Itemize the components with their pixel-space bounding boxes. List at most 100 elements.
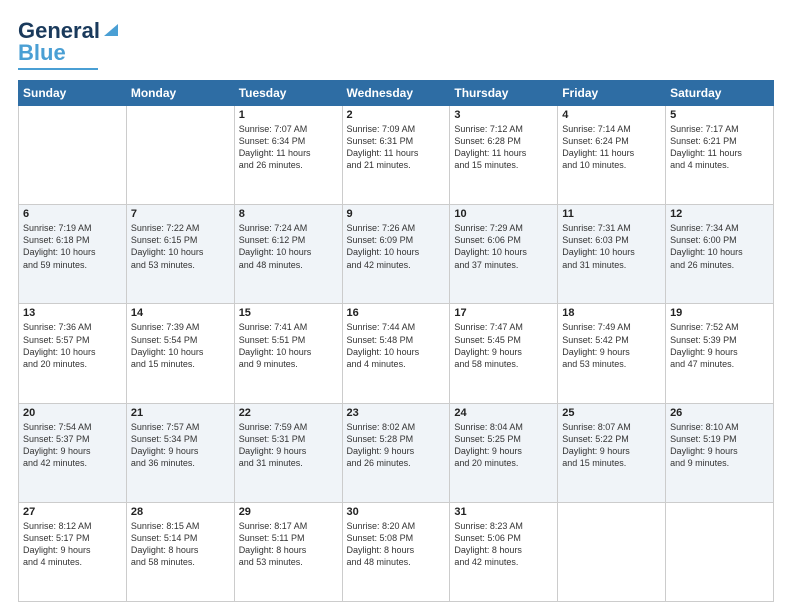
day-number: 21 <box>131 407 230 419</box>
weekday-header-row: SundayMondayTuesdayWednesdayThursdayFrid… <box>19 81 774 106</box>
day-number: 29 <box>239 506 338 518</box>
day-info: Sunrise: 7:47 AM Sunset: 5:45 PM Dayligh… <box>454 321 553 370</box>
calendar-table: SundayMondayTuesdayWednesdayThursdayFrid… <box>18 80 774 602</box>
weekday-header-monday: Monday <box>126 81 234 106</box>
day-cell-1: 1 Sunrise: 7:07 AM Sunset: 6:34 PM Daylig… <box>234 106 342 205</box>
day-info: Sunrise: 7:54 AM Sunset: 5:37 PM Dayligh… <box>23 421 122 470</box>
day-info: Sunrise: 8:07 AM Sunset: 5:22 PM Dayligh… <box>562 421 661 470</box>
day-number: 30 <box>347 506 446 518</box>
day-info: Sunrise: 8:17 AM Sunset: 5:11 PM Dayligh… <box>239 520 338 569</box>
day-cell-21: 21 Sunrise: 7:57 AM Sunset: 5:34 PM Dayli… <box>126 403 234 502</box>
day-cell-2: 2Sunrise: 7:09 AM Sunset: 6:31 PM Daylig… <box>342 106 450 205</box>
day-cell-5: 5 Sunrise: 7:17 AM Sunset: 6:21 PM Daylig… <box>666 106 774 205</box>
day-cell-22: 22 Sunrise: 7:59 AM Sunset: 5:31 PM Dayli… <box>234 403 342 502</box>
day-cell-17: 17 Sunrise: 7:47 AM Sunset: 5:45 PM Dayli… <box>450 304 558 403</box>
day-number: 17 <box>454 307 553 319</box>
week-row-1: 6Sunrise: 7:19 AM Sunset: 6:18 PM Daylig… <box>19 205 774 304</box>
day-number: 28 <box>131 506 230 518</box>
day-number: 14 <box>131 307 230 319</box>
day-info: Sunrise: 7:17 AM Sunset: 6:21 PM Dayligh… <box>670 123 769 172</box>
day-info: Sunrise: 8:23 AM Sunset: 5:06 PM Dayligh… <box>454 520 553 569</box>
day-cell-20: 20 Sunrise: 7:54 AM Sunset: 5:37 PM Dayli… <box>19 403 127 502</box>
day-info: Sunrise: 7:31 AM Sunset: 6:03 PM Dayligh… <box>562 222 661 271</box>
day-number: 15 <box>239 307 338 319</box>
day-info: Sunrise: 7:07 AM Sunset: 6:34 PM Dayligh… <box>239 123 338 172</box>
weekday-header-saturday: Saturday <box>666 81 774 106</box>
day-number: 26 <box>670 407 769 419</box>
week-row-2: 13 Sunrise: 7:36 AM Sunset: 5:57 PM Dayli… <box>19 304 774 403</box>
day-number: 16 <box>347 307 446 319</box>
day-number: 5 <box>670 109 769 121</box>
day-info: Sunrise: 7:59 AM Sunset: 5:31 PM Dayligh… <box>239 421 338 470</box>
day-number: 27 <box>23 506 122 518</box>
day-cell-6: 6Sunrise: 7:19 AM Sunset: 6:18 PM Daylig… <box>19 205 127 304</box>
day-info: Sunrise: 7:14 AM Sunset: 6:24 PM Dayligh… <box>562 123 661 172</box>
day-cell-29: 29 Sunrise: 8:17 AM Sunset: 5:11 PM Dayli… <box>234 502 342 601</box>
logo: General Blue <box>18 18 120 70</box>
day-info: Sunrise: 7:09 AM Sunset: 6:31 PM Dayligh… <box>347 123 446 172</box>
logo-icon <box>102 20 120 38</box>
empty-cell <box>666 502 774 601</box>
weekday-header-wednesday: Wednesday <box>342 81 450 106</box>
day-number: 10 <box>454 208 553 220</box>
day-info: Sunrise: 8:20 AM Sunset: 5:08 PM Dayligh… <box>347 520 446 569</box>
day-number: 25 <box>562 407 661 419</box>
day-info: Sunrise: 7:52 AM Sunset: 5:39 PM Dayligh… <box>670 321 769 370</box>
weekday-header-sunday: Sunday <box>19 81 127 106</box>
empty-cell <box>126 106 234 205</box>
day-number: 22 <box>239 407 338 419</box>
day-info: Sunrise: 8:10 AM Sunset: 5:19 PM Dayligh… <box>670 421 769 470</box>
day-info: Sunrise: 7:36 AM Sunset: 5:57 PM Dayligh… <box>23 321 122 370</box>
day-info: Sunrise: 8:02 AM Sunset: 5:28 PM Dayligh… <box>347 421 446 470</box>
weekday-header-tuesday: Tuesday <box>234 81 342 106</box>
day-info: Sunrise: 7:24 AM Sunset: 6:12 PM Dayligh… <box>239 222 338 271</box>
day-cell-18: 18 Sunrise: 7:49 AM Sunset: 5:42 PM Dayli… <box>558 304 666 403</box>
day-info: Sunrise: 7:57 AM Sunset: 5:34 PM Dayligh… <box>131 421 230 470</box>
weekday-header-thursday: Thursday <box>450 81 558 106</box>
day-number: 7 <box>131 208 230 220</box>
day-number: 4 <box>562 109 661 121</box>
day-number: 20 <box>23 407 122 419</box>
day-cell-13: 13 Sunrise: 7:36 AM Sunset: 5:57 PM Dayli… <box>19 304 127 403</box>
day-cell-9: 9 Sunrise: 7:26 AM Sunset: 6:09 PM Daylig… <box>342 205 450 304</box>
day-info: Sunrise: 7:34 AM Sunset: 6:00 PM Dayligh… <box>670 222 769 271</box>
day-cell-23: 23Sunrise: 8:02 AM Sunset: 5:28 PM Dayli… <box>342 403 450 502</box>
empty-cell <box>558 502 666 601</box>
day-cell-15: 15Sunrise: 7:41 AM Sunset: 5:51 PM Dayli… <box>234 304 342 403</box>
day-cell-31: 31Sunrise: 8:23 AM Sunset: 5:06 PM Dayli… <box>450 502 558 601</box>
day-info: Sunrise: 7:29 AM Sunset: 6:06 PM Dayligh… <box>454 222 553 271</box>
day-info: Sunrise: 7:26 AM Sunset: 6:09 PM Dayligh… <box>347 222 446 271</box>
day-cell-8: 8 Sunrise: 7:24 AM Sunset: 6:12 PM Daylig… <box>234 205 342 304</box>
day-cell-28: 28 Sunrise: 8:15 AM Sunset: 5:14 PM Dayli… <box>126 502 234 601</box>
day-number: 8 <box>239 208 338 220</box>
day-info: Sunrise: 7:49 AM Sunset: 5:42 PM Dayligh… <box>562 321 661 370</box>
day-cell-11: 11Sunrise: 7:31 AM Sunset: 6:03 PM Dayli… <box>558 205 666 304</box>
day-cell-27: 27 Sunrise: 8:12 AM Sunset: 5:17 PM Dayli… <box>19 502 127 601</box>
day-number: 18 <box>562 307 661 319</box>
day-number: 9 <box>347 208 446 220</box>
day-info: Sunrise: 7:39 AM Sunset: 5:54 PM Dayligh… <box>131 321 230 370</box>
day-number: 1 <box>239 109 338 121</box>
day-cell-4: 4 Sunrise: 7:14 AM Sunset: 6:24 PM Daylig… <box>558 106 666 205</box>
day-info: Sunrise: 8:12 AM Sunset: 5:17 PM Dayligh… <box>23 520 122 569</box>
day-info: Sunrise: 7:12 AM Sunset: 6:28 PM Dayligh… <box>454 123 553 172</box>
day-number: 3 <box>454 109 553 121</box>
day-number: 13 <box>23 307 122 319</box>
day-cell-12: 12 Sunrise: 7:34 AM Sunset: 6:00 PM Dayli… <box>666 205 774 304</box>
day-cell-19: 19 Sunrise: 7:52 AM Sunset: 5:39 PM Dayli… <box>666 304 774 403</box>
day-cell-10: 10 Sunrise: 7:29 AM Sunset: 6:06 PM Dayli… <box>450 205 558 304</box>
day-number: 19 <box>670 307 769 319</box>
logo-underline <box>18 68 98 70</box>
day-cell-14: 14 Sunrise: 7:39 AM Sunset: 5:54 PM Dayli… <box>126 304 234 403</box>
day-cell-30: 30 Sunrise: 8:20 AM Sunset: 5:08 PM Dayli… <box>342 502 450 601</box>
weekday-header-friday: Friday <box>558 81 666 106</box>
day-info: Sunrise: 8:15 AM Sunset: 5:14 PM Dayligh… <box>131 520 230 569</box>
empty-cell <box>19 106 127 205</box>
logo-blue: Blue <box>18 40 66 66</box>
day-number: 12 <box>670 208 769 220</box>
day-info: Sunrise: 7:19 AM Sunset: 6:18 PM Dayligh… <box>23 222 122 271</box>
day-cell-26: 26 Sunrise: 8:10 AM Sunset: 5:19 PM Dayli… <box>666 403 774 502</box>
day-cell-3: 3 Sunrise: 7:12 AM Sunset: 6:28 PM Daylig… <box>450 106 558 205</box>
day-info: Sunrise: 7:22 AM Sunset: 6:15 PM Dayligh… <box>131 222 230 271</box>
day-cell-24: 24Sunrise: 8:04 AM Sunset: 5:25 PM Dayli… <box>450 403 558 502</box>
